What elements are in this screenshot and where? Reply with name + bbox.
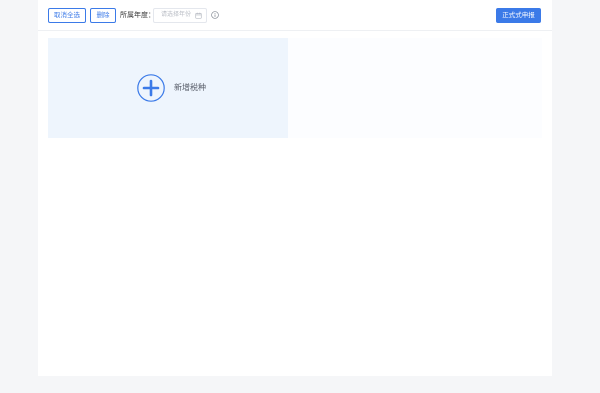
info-icon[interactable] — [211, 11, 219, 19]
calendar-icon — [195, 12, 202, 19]
plus-circle-icon — [137, 74, 165, 102]
main-panel: 取消全选 删除 所属年度： 请选择年份 正式式申报 新增税种 — [38, 0, 552, 376]
year-label: 所属年度： — [120, 12, 155, 19]
delete-button[interactable]: 删除 — [90, 8, 116, 23]
card-area-background — [288, 38, 542, 138]
cancel-select-all-button[interactable]: 取消全选 — [48, 8, 86, 23]
toolbar: 取消全选 删除 所属年度： 请选择年份 正式式申报 — [38, 0, 552, 31]
add-tax-type-label: 新增税种 — [174, 83, 206, 92]
year-select[interactable]: 请选择年份 — [153, 8, 207, 23]
add-tax-type-card[interactable]: 新增税种 — [48, 38, 288, 138]
year-select-placeholder: 请选择年份 — [161, 12, 192, 18]
formal-declare-button[interactable]: 正式式申报 — [496, 8, 541, 23]
